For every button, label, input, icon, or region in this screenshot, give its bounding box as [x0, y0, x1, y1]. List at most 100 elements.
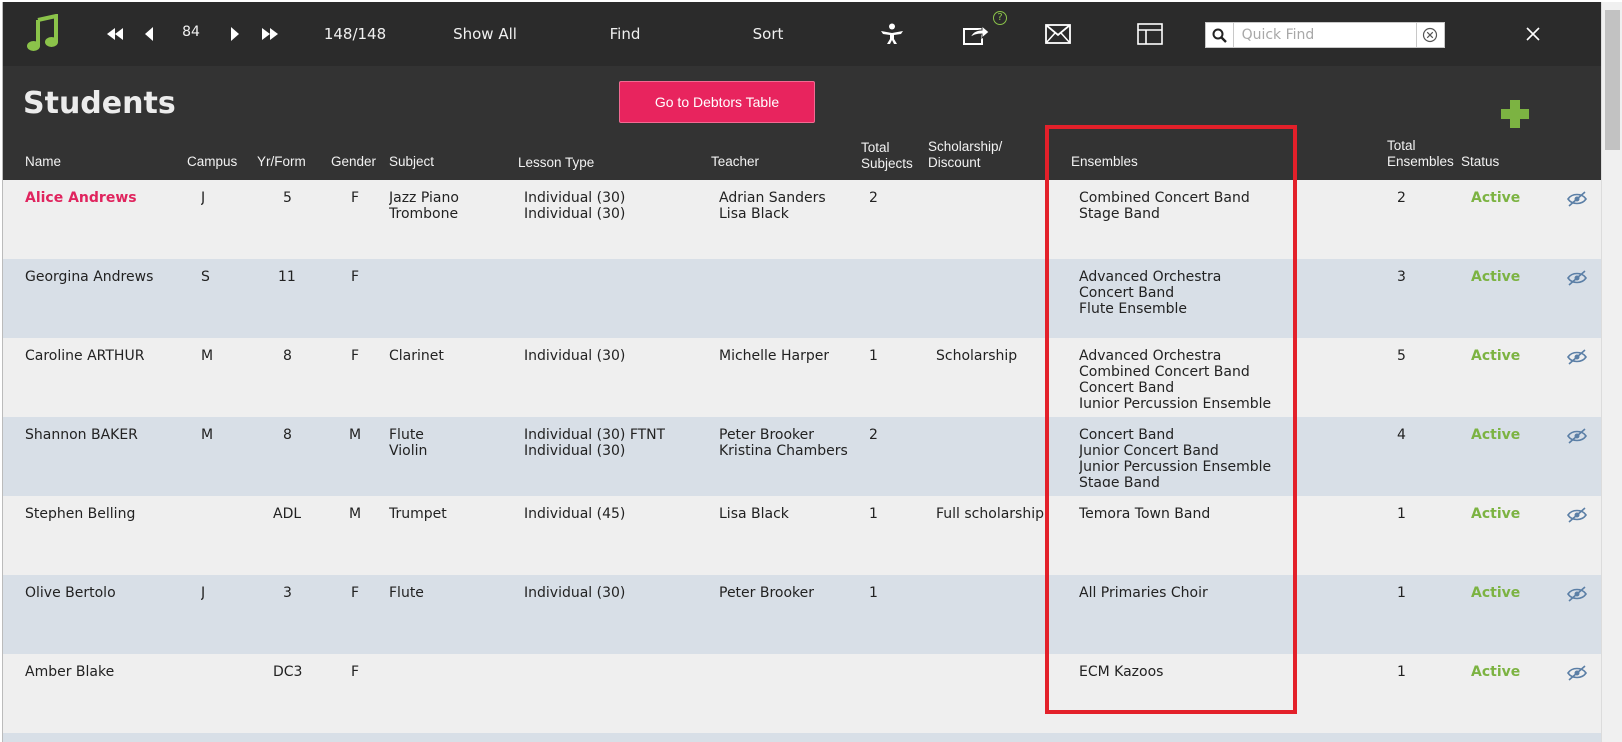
- student-name[interactable]: Caroline ARTHUR: [25, 348, 144, 364]
- list-header: Students Go to Debtors Table Name Campus…: [3, 66, 1602, 180]
- ensembles-cell: All Primaries Choir: [1079, 585, 1208, 601]
- visibility-icon[interactable]: [1566, 348, 1588, 366]
- total-ensembles-cell: 1: [1397, 585, 1406, 601]
- column-header-ensembles[interactable]: Ensembles: [1071, 154, 1138, 170]
- campus-cell: J: [201, 190, 206, 206]
- column-header-name[interactable]: Name: [25, 154, 61, 170]
- column-header-yr-form[interactable]: Yr/Form: [257, 154, 306, 170]
- first-record-icon[interactable]: [103, 2, 127, 66]
- student-name[interactable]: Shannon BAKER: [25, 427, 138, 443]
- teacher-cell: Adrian Sanders Lisa Black: [719, 190, 826, 222]
- campus-cell: S: [201, 269, 210, 285]
- clear-icon[interactable]: [1415, 23, 1444, 47]
- column-header-total-ensembles[interactable]: Total Ensembles: [1387, 138, 1454, 170]
- table-row[interactable]: Olive Bertolo J 3 F Flute Individual (30…: [3, 575, 1602, 654]
- sort-button[interactable]: Sort: [738, 2, 798, 66]
- table-row[interactable]: Amber Blake DC3 F ECM Kazoos 1 Active: [3, 654, 1602, 733]
- subject-cell: Clarinet: [389, 348, 444, 364]
- quick-find: [1205, 22, 1445, 48]
- record-number[interactable]: 84: [173, 22, 209, 42]
- table-row[interactable]: Shannon BAKER M 8 M Flute Violin Individ…: [3, 417, 1602, 496]
- reach-icon[interactable]: [877, 2, 907, 66]
- share-icon[interactable]: [959, 2, 993, 66]
- column-header-teacher[interactable]: Teacher: [711, 154, 759, 170]
- campus-cell: M: [201, 427, 214, 443]
- visibility-icon[interactable]: [1566, 585, 1588, 603]
- plus-icon[interactable]: [1499, 98, 1531, 130]
- yr-form-cell: 3: [283, 585, 292, 601]
- column-header-subject[interactable]: Subject: [389, 154, 434, 170]
- show-all-button[interactable]: Show All: [445, 2, 525, 66]
- status-badge: Active: [1471, 269, 1521, 285]
- lesson-type-cell: Individual (30): [524, 585, 626, 601]
- last-record-icon[interactable]: [257, 2, 283, 66]
- total-ensembles-cell: 1: [1397, 664, 1406, 680]
- table-row[interactable]: Georgina Andrews S 11 F Advanced Orchest…: [3, 259, 1602, 338]
- student-name[interactable]: Amber Blake: [25, 664, 114, 680]
- total-subjects-cell: 1: [869, 506, 878, 522]
- teacher-cell: Peter Brooker Kristina Chambers: [719, 427, 848, 459]
- campus-cell: M: [201, 348, 214, 364]
- column-header-total-subjects[interactable]: Total Subjects: [861, 140, 913, 172]
- column-header-status[interactable]: Status: [1461, 154, 1499, 170]
- close-icon[interactable]: [1521, 2, 1545, 66]
- ensembles-cell: Concert Band Junior Concert Band Junior …: [1079, 427, 1272, 487]
- student-name[interactable]: Alice Andrews: [25, 190, 137, 206]
- student-name[interactable]: Olive Bertolo: [25, 585, 116, 601]
- lesson-type-cell: Individual (30) FTNT Individual (30): [524, 427, 666, 459]
- table-row[interactable]: Alice Andrews J 5 F Jazz Piano Trombone …: [3, 180, 1602, 259]
- page-title: Students: [23, 86, 176, 121]
- scholarship-cell: Full scholarship: [936, 506, 1044, 522]
- gender-cell: F: [351, 190, 360, 206]
- visibility-icon[interactable]: [1566, 427, 1588, 445]
- subject-cell: Flute: [389, 585, 424, 601]
- table-row-partial: [3, 733, 1602, 742]
- gender-cell: M: [349, 427, 362, 443]
- next-record-icon[interactable]: [225, 2, 245, 66]
- visibility-icon[interactable]: [1566, 269, 1588, 287]
- mail-icon[interactable]: [1043, 2, 1073, 66]
- find-button[interactable]: Find: [595, 2, 655, 66]
- total-subjects-cell: 1: [869, 585, 878, 601]
- gender-cell: F: [351, 585, 360, 601]
- prev-record-icon[interactable]: [139, 2, 159, 66]
- yr-form-cell: 8: [283, 427, 292, 443]
- table-row[interactable]: Caroline ARTHUR M 8 F Clarinet Individua…: [3, 338, 1602, 417]
- ensembles-cell: ECM Kazoos: [1079, 664, 1164, 680]
- layout-icon[interactable]: [1135, 2, 1165, 66]
- vertical-scrollbar[interactable]: [1601, 2, 1622, 742]
- yr-form-cell: 5: [283, 190, 292, 206]
- total-ensembles-cell: 5: [1397, 348, 1406, 364]
- table-row[interactable]: Stephen Belling ADL M Trumpet Individual…: [3, 496, 1602, 575]
- total-ensembles-cell: 2: [1397, 190, 1406, 206]
- student-name[interactable]: Georgina Andrews: [25, 269, 153, 285]
- search-icon[interactable]: [1206, 23, 1234, 47]
- subject-cell: Jazz Piano Trombone: [389, 190, 459, 222]
- visibility-icon[interactable]: [1566, 190, 1588, 208]
- quick-find-input[interactable]: [1233, 23, 1416, 47]
- teacher-cell: Lisa Black: [719, 506, 789, 522]
- scrollbar-thumb[interactable]: [1605, 10, 1620, 150]
- total-ensembles-cell: 3: [1397, 269, 1406, 285]
- ensembles-cell: Advanced Orchestra Combined Concert Band…: [1079, 348, 1272, 408]
- column-header-lesson-type[interactable]: Lesson Type: [518, 155, 594, 171]
- music-note-icon[interactable]: [23, 2, 63, 66]
- visibility-icon[interactable]: [1566, 664, 1588, 682]
- column-header-gender[interactable]: Gender: [331, 154, 376, 170]
- column-header-scholarship[interactable]: Scholarship/ Discount: [928, 139, 1002, 171]
- ensembles-cell: Temora Town Band: [1079, 506, 1211, 522]
- column-header-campus[interactable]: Campus: [187, 154, 237, 170]
- teacher-cell: Michelle Harper: [719, 348, 830, 364]
- gender-cell: F: [351, 664, 360, 680]
- student-name[interactable]: Stephen Belling: [25, 506, 135, 522]
- debtors-table-button[interactable]: Go to Debtors Table: [619, 81, 815, 123]
- lesson-type-cell: Individual (30) Individual (30): [524, 190, 626, 222]
- yr-form-cell: 8: [283, 348, 292, 364]
- visibility-icon[interactable]: [1566, 506, 1588, 524]
- toolbar: 84 148/148 Show All Find Sort ? Quick Fi…: [3, 2, 1602, 66]
- lesson-type-cell: Individual (45): [524, 506, 626, 522]
- status-badge: Active: [1471, 585, 1521, 601]
- record-count: 148/148: [323, 25, 387, 43]
- help-badge[interactable]: ?: [993, 11, 1007, 25]
- status-badge: Active: [1471, 427, 1521, 443]
